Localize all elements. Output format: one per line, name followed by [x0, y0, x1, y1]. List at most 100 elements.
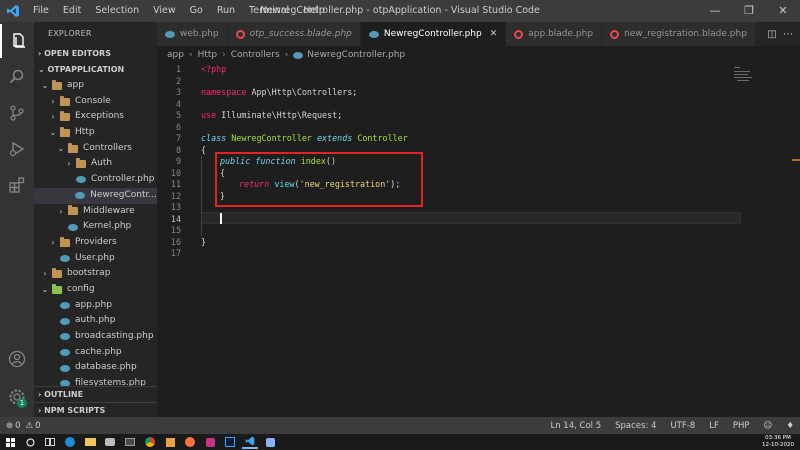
source-control-icon[interactable] — [0, 96, 34, 130]
task-view-icon[interactable] — [42, 435, 58, 449]
menu-edit[interactable]: Edit — [56, 0, 88, 22]
app-icon[interactable] — [262, 435, 278, 449]
error-icon[interactable]: ⊗ — [6, 421, 13, 431]
tree-item[interactable]: broadcasting.php — [34, 329, 157, 345]
warning-count[interactable]: 0 — [35, 421, 40, 431]
tab-close-icon[interactable]: ✕ — [490, 29, 498, 39]
code-line-3: namespace App\Http\Controllers; — [201, 87, 357, 99]
search-icon[interactable] — [0, 60, 34, 94]
warning-icon[interactable]: ⚠ — [26, 421, 34, 431]
chevron-right-icon: › — [284, 50, 289, 60]
language-mode[interactable]: PHP — [733, 421, 750, 431]
cursor-position[interactable]: Ln 14, Col 5 — [550, 421, 601, 431]
breadcrumb-controllers[interactable]: Controllers — [231, 46, 280, 64]
tree-item[interactable]: app.php — [34, 298, 157, 314]
tree-item[interactable]: Kernel.php — [34, 219, 157, 235]
extensions-icon[interactable] — [0, 168, 34, 202]
outline-section[interactable]: › OUTLINE — [34, 386, 157, 402]
breadcrumb-http[interactable]: Http — [198, 46, 218, 64]
menu-terminal[interactable]: Terminal — [242, 0, 296, 22]
tree-item[interactable]: database.php — [34, 360, 157, 376]
close-button[interactable]: ✕ — [766, 0, 800, 22]
edge-browser-icon[interactable] — [62, 435, 78, 449]
tree-item[interactable]: Controller.php — [34, 172, 157, 188]
split-editor-icon[interactable]: ◫ — [764, 29, 780, 40]
run-debug-icon[interactable] — [0, 132, 34, 166]
chevron-right-icon: › — [51, 112, 55, 122]
menu-view[interactable]: View — [146, 0, 183, 22]
blade-file-icon — [514, 29, 524, 39]
editor-tab[interactable]: otp_success.blade.php — [227, 22, 361, 46]
project-section[interactable]: ⌄ OTPAPPLICATION — [34, 62, 157, 78]
tree-item[interactable]: › Console — [34, 94, 157, 110]
explorer-header: EXPLORER — [48, 29, 92, 38]
file-explorer-icon[interactable] — [82, 435, 98, 449]
editor-tab[interactable]: NewregController.php ✕ — [360, 22, 507, 46]
tree-item[interactable]: ⌄ Http — [34, 125, 157, 141]
windows-taskbar: 03:36 PM 12-10-2020 — [0, 434, 800, 450]
tree-item[interactable]: ⌄ config — [34, 282, 157, 298]
tree-item[interactable]: auth.php — [34, 313, 157, 329]
account-icon[interactable] — [0, 342, 34, 376]
tree-item[interactable]: ⌄ Controllers — [34, 141, 157, 157]
photoshop-icon[interactable] — [222, 435, 238, 449]
tree-item[interactable]: cache.php — [34, 345, 157, 361]
editor-tab[interactable]: web.php — [157, 22, 228, 46]
tree-item[interactable]: ⌄ app — [34, 78, 157, 94]
menu-file[interactable]: File — [26, 0, 56, 22]
breadcrumb-app[interactable]: app — [167, 46, 184, 64]
blade-file-icon — [610, 29, 620, 39]
line-number: 4 — [175, 98, 181, 109]
explorer-icon[interactable] — [0, 24, 34, 58]
explorer-sidebar: EXPLORER › OPEN EDITORS ⌄ OTPAPPLICATION… — [34, 22, 157, 417]
feedback-icon[interactable]: ☺ — [764, 421, 773, 431]
tree-item[interactable]: › Middleware — [34, 204, 157, 220]
app-icon[interactable] — [122, 435, 138, 449]
notifications-bell-icon[interactable]: ♦ — [786, 421, 794, 431]
end-of-line[interactable]: LF — [709, 421, 719, 431]
tab-label: app.blade.php — [528, 29, 594, 39]
folder-icon — [50, 79, 63, 90]
vscode-taskbar-icon[interactable] — [242, 435, 258, 449]
minimize-button[interactable]: — — [698, 0, 732, 22]
chevron-right-icon: › — [59, 206, 63, 216]
indentation[interactable]: Spaces: 4 — [615, 421, 656, 431]
php-file-icon — [58, 333, 71, 341]
app-icon[interactable] — [102, 435, 118, 449]
tree-item-label: database.php — [75, 362, 137, 373]
editor-tab[interactable]: app.blade.php — [506, 22, 603, 46]
app-icon[interactable] — [202, 435, 218, 449]
maximize-button[interactable]: ❐ — [732, 0, 766, 22]
code-editor[interactable]: 1 2 3 4 5 6 7 8 9 10 11 12 13 14 15 16 17 <?php namespac… — [157, 64, 800, 417]
npm-scripts-section[interactable]: › NPM SCRIPTS — [34, 402, 157, 418]
windows-start-icon[interactable] — [2, 435, 18, 449]
editor-tab[interactable]: new_registration.blade.php — [602, 22, 756, 46]
error-count[interactable]: 0 — [15, 421, 20, 431]
app-icon[interactable] — [162, 435, 178, 449]
breadcrumb-file[interactable]: NewregController.php — [307, 46, 405, 64]
chrome-icon[interactable] — [142, 435, 158, 449]
line-number: 15 — [170, 225, 181, 235]
settings-gear-icon[interactable]: 1 — [0, 380, 34, 414]
tree-item[interactable]: User.php — [34, 251, 157, 267]
tree-item[interactable]: NewregContr... — [34, 187, 157, 204]
tree-item[interactable]: › Auth — [34, 156, 157, 172]
menu-run[interactable]: Run — [210, 0, 242, 22]
menu-help[interactable]: Help — [296, 0, 332, 22]
tree-item[interactable]: › Exceptions — [34, 109, 157, 125]
encoding[interactable]: UTF-8 — [670, 421, 695, 431]
system-clock[interactable]: 03:36 PM 12-10-2020 — [762, 435, 794, 449]
editor-tabs: web.php otp_success.blade.php NewregContro… — [157, 22, 800, 46]
tree-item-label: Middleware — [83, 205, 135, 216]
search-icon[interactable] — [22, 435, 38, 449]
open-editors-section[interactable]: › OPEN EDITORS — [34, 46, 157, 62]
folder-icon — [58, 236, 71, 247]
tree-item-label: User.php — [75, 252, 115, 263]
firefox-icon[interactable] — [182, 435, 198, 449]
tree-item[interactable]: › bootstrap — [34, 266, 157, 282]
more-actions-icon[interactable]: ⋯ — [780, 29, 796, 40]
tree-item[interactable]: › Providers — [34, 235, 157, 251]
chevron-right-icon: › — [51, 96, 55, 106]
menu-selection[interactable]: Selection — [88, 0, 146, 22]
menu-go[interactable]: Go — [183, 0, 210, 22]
